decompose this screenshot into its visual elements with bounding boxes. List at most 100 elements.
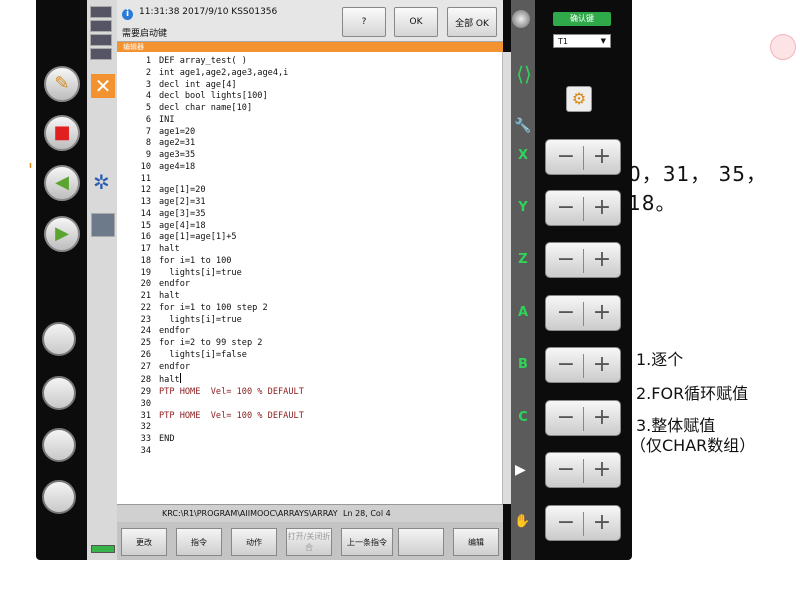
jog-override-indicator[interactable]: ⟨⟩ [513, 42, 535, 106]
hardware-key-4[interactable] [42, 480, 76, 514]
jog-y-plus-button[interactable]: + [590, 197, 614, 221]
all-ok-button[interactable]: 全部 OK [447, 7, 497, 37]
softkey-motion[interactable]: 动作 [231, 528, 277, 556]
code-line[interactable]: 32 [125, 422, 304, 434]
jog-divider [583, 302, 584, 326]
jog-c-minus-button[interactable]: − [554, 407, 578, 431]
jog-divider [583, 407, 584, 431]
jog-a-plus-button[interactable]: + [590, 302, 614, 326]
stop-button[interactable]: ■ [44, 115, 80, 151]
jog-x-plus-button[interactable]: + [590, 146, 614, 170]
wrench-icon[interactable]: 🔧 [514, 118, 531, 134]
code-line[interactable]: 1 DEF array_test( ) [125, 56, 304, 68]
code-line[interactable]: 4 decl bool lights[100] [125, 91, 304, 103]
step-back-button[interactable]: ◀ [44, 165, 80, 201]
code-line[interactable]: 13 age[2]=31 [125, 197, 304, 209]
globe-icon[interactable] [512, 10, 530, 28]
code-line[interactable]: 21 halt [125, 291, 304, 303]
hardware-key-2[interactable] [42, 376, 76, 410]
code-line[interactable]: 24 endfor [125, 326, 304, 338]
softkey-edit[interactable]: 编辑 [453, 528, 499, 556]
code-line[interactable]: 11 [125, 174, 304, 186]
code-line[interactable]: 3 decl int age[4] [125, 80, 304, 92]
code-line[interactable]: 31 PTP HOME Vel= 100 % DEFAULT [125, 411, 304, 423]
code-line[interactable]: 26 lights[i]=false [125, 350, 304, 362]
softkey-fold[interactable]: 打开/关闭折合 [286, 528, 332, 556]
status-tile-2[interactable] [90, 20, 112, 32]
code-line[interactable]: 30 [125, 399, 304, 411]
edit-pencil-button[interactable]: ✎ [44, 66, 80, 102]
status-tile-3[interactable] [90, 34, 112, 46]
hand-icon[interactable]: ✋ [514, 514, 530, 529]
ok-button[interactable]: OK [394, 7, 438, 37]
jog-z-plus-button[interactable]: + [590, 249, 614, 273]
softkey-previous-command[interactable]: 上一条指令 [341, 528, 393, 556]
code-text: age[1]=age[1]+5 [159, 232, 237, 243]
code-line[interactable]: 27 endfor [125, 362, 304, 374]
override-plus-button[interactable]: + [590, 512, 614, 536]
code-editor[interactable]: 1 DEF array_test( ) 2 int age1,age2,age3,ag… [117, 52, 503, 504]
code-line[interactable]: 28 halt [125, 373, 304, 387]
jog-c-plus-button[interactable]: + [590, 407, 614, 431]
code-line[interactable]: 6 INI [125, 115, 304, 127]
hardware-key-3[interactable] [42, 428, 76, 462]
code-line[interactable]: 2 int age1,age2,age3,age4,i [125, 68, 304, 80]
code-line[interactable]: 14 age[3]=35 [125, 209, 304, 221]
help-button[interactable]: ? [342, 7, 386, 37]
jog-7-plus-button[interactable]: + [590, 459, 614, 483]
softkey-change[interactable]: 更改 [121, 528, 167, 556]
editor-scrollbar[interactable] [503, 52, 511, 504]
code-line[interactable]: 15 age[4]=18 [125, 221, 304, 233]
softkey-bar: 更改 指令 动作 打开/关闭折合 上一条指令 编辑 [117, 522, 503, 560]
robot-icon[interactable]: ⚙ [566, 86, 592, 112]
override-minus-button[interactable]: − [554, 512, 578, 536]
code-line[interactable]: 19 lights[i]=true [125, 268, 304, 280]
jog-z-minus-button[interactable]: − [554, 249, 578, 273]
softkey-empty[interactable] [398, 528, 444, 556]
jog-b-plus-button[interactable]: + [590, 354, 614, 378]
back-arrow-icon: ◀ [55, 172, 69, 193]
confirm-button[interactable]: 确认键 [553, 12, 611, 26]
code-line[interactable]: 16 age[1]=age[1]+5 [125, 232, 304, 244]
code-line[interactable]: 20 endfor [125, 279, 304, 291]
code-text: PTP HOME Vel= 100 % DEFAULT [159, 387, 304, 397]
axis-label-b: B [518, 357, 528, 372]
gear-icon[interactable]: ✲ [93, 172, 113, 192]
softkey-command[interactable]: 指令 [176, 528, 222, 556]
code-line[interactable]: 10 age4=18 [125, 162, 304, 174]
operating-mode-select[interactable]: T1 ▼ [553, 34, 611, 48]
code-line[interactable]: 5 decl char name[10] [125, 103, 304, 115]
code-line[interactable]: 22 for i=1 to 100 step 2 [125, 303, 304, 315]
code-line[interactable]: 18 for i=1 to 100 [125, 256, 304, 268]
code-line[interactable]: 23 lights[i]=true [125, 315, 304, 327]
code-line[interactable]: 7 age1=20 [125, 127, 304, 139]
code-text: endfor [159, 361, 191, 372]
code-text: age1=20 [159, 126, 196, 137]
code-line[interactable]: 33 END [125, 434, 304, 446]
slide-note-4: （仅CHAR数组） [630, 436, 756, 455]
hardware-key-1[interactable] [42, 322, 76, 356]
status-tile-4[interactable] [90, 48, 112, 60]
jog-y-minus-button[interactable]: − [554, 197, 578, 221]
code-line[interactable]: 34 [125, 446, 304, 458]
code-line[interactable]: 12 age[1]=20 [125, 185, 304, 197]
code-listing[interactable]: 1 DEF array_test( ) 2 int age1,age2,age3,ag… [125, 56, 304, 458]
jog-7-minus-button[interactable]: − [554, 459, 578, 483]
code-text: age[3]=35 [159, 208, 206, 219]
code-line[interactable]: 9 age3=35 [125, 150, 304, 162]
play-icon[interactable]: ▶ [515, 462, 526, 478]
code-line[interactable]: 8 age2=31 [125, 138, 304, 150]
code-line[interactable]: 29 PTP HOME Vel= 100 % DEFAULT [125, 387, 304, 399]
status-tile-1[interactable] [90, 6, 112, 18]
jog-b-minus-button[interactable]: − [554, 354, 578, 378]
jog-x-minus-button[interactable]: − [554, 146, 578, 170]
code-line[interactable]: 25 for i=2 to 99 step 2 [125, 338, 304, 350]
line-number: 5 [145, 103, 151, 113]
stitch-icon[interactable] [91, 213, 115, 237]
code-text: decl char name[10] [159, 103, 253, 113]
close-editor-button[interactable]: ✕ [91, 74, 115, 98]
code-text: endfor [159, 279, 191, 290]
code-line[interactable]: 17 halt [125, 244, 304, 256]
jog-a-minus-button[interactable]: − [554, 302, 578, 326]
start-forward-button[interactable]: ▶ [44, 216, 80, 252]
